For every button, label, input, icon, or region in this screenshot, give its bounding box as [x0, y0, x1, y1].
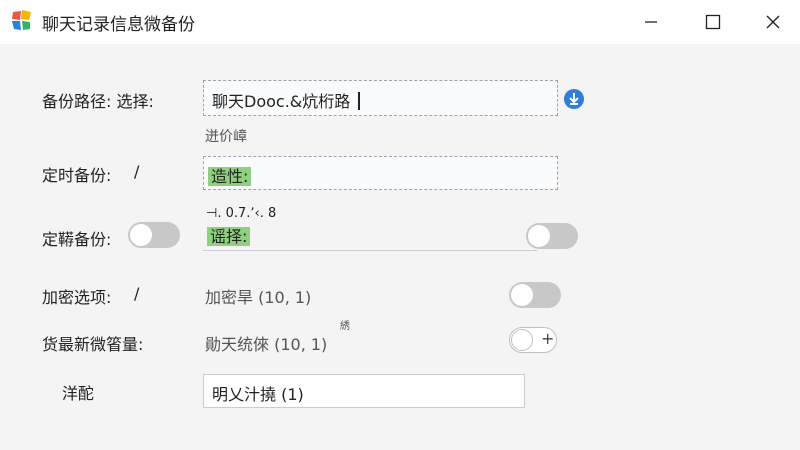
download-icon[interactable]: [563, 88, 585, 110]
scheduled-backup-label: 定时备份:: [42, 166, 112, 185]
latest-value: 勛天统倈 (10, 1): [205, 335, 328, 354]
backup-path-label: 备份路径: 选择:: [42, 92, 154, 111]
scheduled-backup-slash: /: [134, 162, 140, 181]
window-title: 聊天记录信息微备份: [42, 15, 195, 35]
toggle-knob: [130, 224, 152, 246]
encryption-label: 加密选项:: [42, 288, 112, 307]
scheduled-backup-2-input[interactable]: 谣择:: [203, 221, 537, 251]
scheduled-backup-2-toggle-right[interactable]: [526, 223, 578, 249]
encryption-slash: /: [134, 284, 140, 303]
settings-panel: 备份路径: 选择: 聊天Dooc.&炕桁路 迸价嶂 定时备份: / 造性: ⊣.…: [0, 44, 800, 450]
backup-path-value: 聊天Dooc.&炕桁路: [212, 92, 351, 111]
scheduled-backup-2-toggle[interactable]: [128, 222, 180, 248]
footer-value: 明乂汁撓 (1): [212, 385, 304, 404]
latest-label: 货最新微箵量:: [42, 335, 144, 354]
maximize-icon: [705, 14, 721, 30]
scheduled-backup-value: 造性:: [208, 167, 252, 186]
minimize-button[interactable]: [628, 6, 674, 38]
text-cursor: [358, 92, 361, 110]
scheduled-backup-input[interactable]: 造性:: [203, 156, 558, 190]
plus-icon: +: [541, 329, 555, 348]
backup-path-input[interactable]: 聊天Dooc.&炕桁路: [203, 80, 558, 116]
toggle-knob: [528, 225, 550, 247]
encryption-toggle[interactable]: [509, 282, 561, 308]
scheduled-backup-2-caption: ⊣. 0.7.ʼ‹. 8: [206, 206, 277, 221]
minimize-icon: [645, 21, 657, 23]
maximize-button[interactable]: [690, 6, 736, 38]
scheduled-backup-2-value: 谣择:: [207, 227, 251, 246]
close-button[interactable]: [750, 6, 796, 38]
title-bar: 聊天记录信息微备份: [0, 0, 800, 44]
toggle-knob: [511, 329, 533, 351]
close-icon: [766, 15, 780, 29]
encryption-value: 加密旱 (10, 1): [205, 288, 312, 307]
scheduled-backup-2-label: 定鞯备份:: [42, 230, 112, 249]
latest-toggle[interactable]: +: [509, 327, 557, 353]
footer-input[interactable]: 明乂汁撓 (1): [203, 374, 525, 408]
toggle-knob: [511, 284, 533, 306]
latest-superscript: 綉: [340, 321, 350, 332]
footer-label: 洋酡: [62, 384, 95, 403]
backup-path-hint: 迸价嶂: [205, 129, 247, 145]
app-icon: [12, 10, 31, 30]
